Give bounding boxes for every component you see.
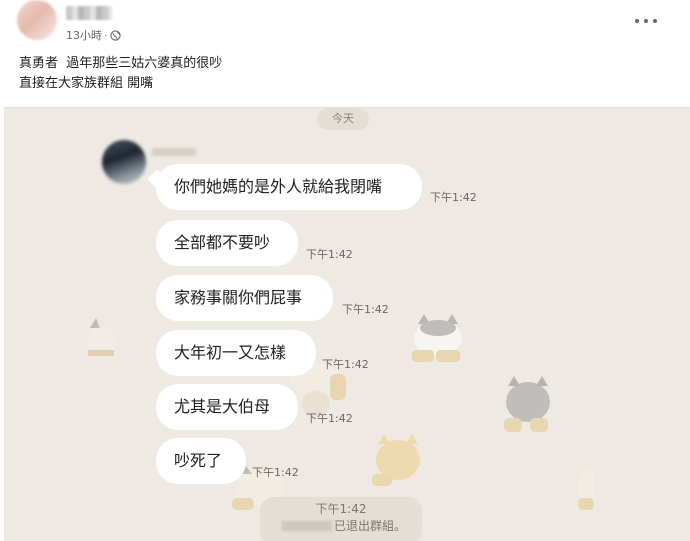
cat-sticker-icon xyxy=(578,470,594,510)
message-time: 下午1:42 xyxy=(306,248,353,261)
post-text-line-1: 真勇者 過年那些三姑六婆真的很吵 xyxy=(19,56,223,71)
message-bubble[interactable]: 全部都不要吵 xyxy=(156,220,298,266)
post-header: 13小時 · 真勇者 過年那些三姑六婆真的很吵 直接在大家族群組 開嘴 xyxy=(0,0,690,108)
system-notice-time: 下午1:42 xyxy=(315,502,367,516)
message-bubble[interactable]: 吵死了 xyxy=(156,438,246,484)
cat-sticker-icon xyxy=(412,314,462,362)
message-time: 下午1:42 xyxy=(430,191,477,204)
message-time: 下午1:42 xyxy=(306,412,353,425)
chat-screenshot[interactable]: 今天 你們她媽的是外人就給我閉嘴 下午1:42 全部都不要吵 下午1:42 家務… xyxy=(4,107,690,541)
message-time: 下午1:42 xyxy=(252,466,299,479)
cat-sticker-icon xyxy=(88,318,116,358)
sender-avatar[interactable] xyxy=(102,140,146,184)
system-notice-text: 已退出群組。 xyxy=(333,519,406,533)
sender-name-redacted xyxy=(152,148,196,156)
post-time[interactable]: 13小時 xyxy=(66,27,102,43)
globe-icon[interactable] xyxy=(109,29,121,41)
meta-separator: · xyxy=(104,28,108,42)
cat-sticker-icon xyxy=(372,434,420,486)
facebook-post: 13小時 · 真勇者 過年那些三姑六婆真的很吵 直接在大家族群組 開嘴 今天 你… xyxy=(0,0,690,541)
system-notice-message: 已退出群組。 xyxy=(274,517,414,534)
poster-name-redacted[interactable] xyxy=(66,6,112,20)
message-time: 下午1:42 xyxy=(342,303,389,316)
post-meta: 13小時 · xyxy=(66,27,121,43)
message-bubble[interactable]: 家務事關你們屁事 xyxy=(156,275,333,321)
member-name-redacted xyxy=(281,520,332,531)
post-text-line-2: 直接在大家族群組 開嘴 xyxy=(19,76,154,91)
message-time: 下午1:42 xyxy=(322,358,369,371)
message-bubble[interactable]: 大年初一又怎樣 xyxy=(156,330,316,376)
message-bubble[interactable]: 你們她媽的是外人就給我閉嘴 xyxy=(156,164,422,210)
date-separator: 今天 xyxy=(317,108,369,130)
post-text: 真勇者 過年那些三姑六婆真的很吵 直接在大家族群組 開嘴 xyxy=(19,54,222,94)
message-bubble[interactable]: 尤其是大伯母 xyxy=(156,384,298,430)
more-options-icon[interactable] xyxy=(635,13,657,29)
cat-sticker-icon xyxy=(504,376,550,432)
system-notice: 下午1:42 已退出群組。 xyxy=(260,497,422,541)
poster-avatar[interactable] xyxy=(17,0,57,40)
